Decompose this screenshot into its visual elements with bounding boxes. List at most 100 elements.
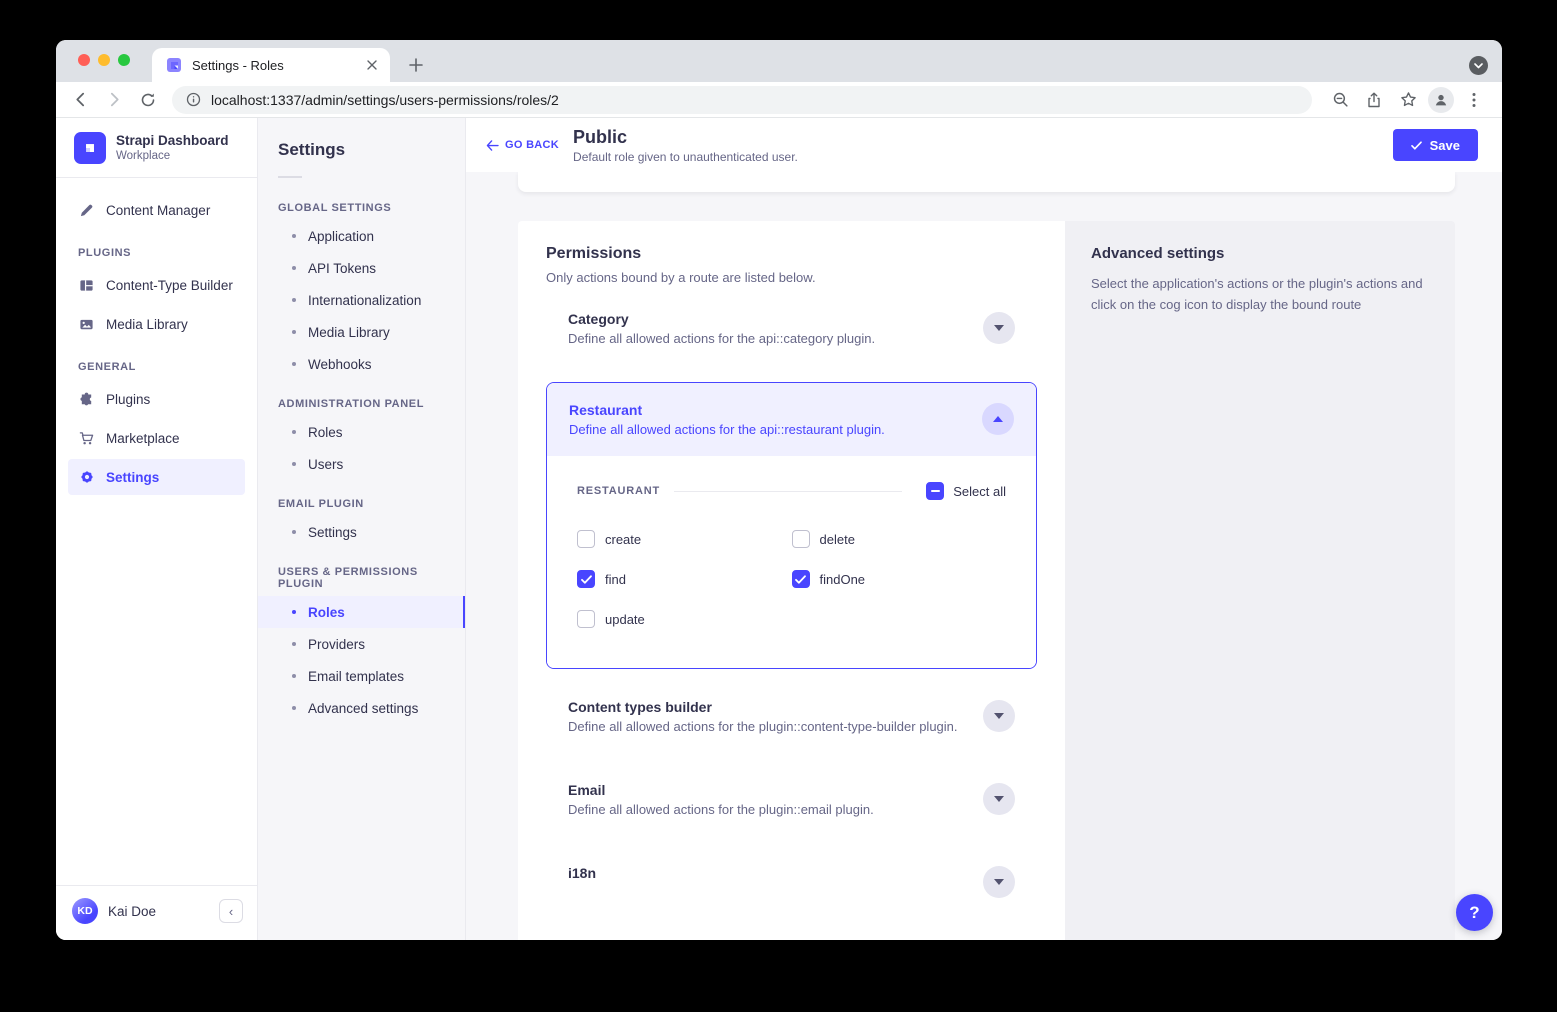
zoom-icon[interactable] [1326,86,1354,114]
advanced-settings-panel: Advanced settings Select the application… [1065,221,1455,940]
divider [278,176,302,178]
expand-accordion-button[interactable] [983,866,1015,898]
advanced-settings-description: Select the application's actions or the … [1091,274,1429,316]
accordion-restaurant-header[interactable]: Restaurant Define all allowed actions fo… [547,383,1036,456]
permissions-title: Permissions [546,245,1037,263]
sidebar-item-plugins[interactable]: Plugins [68,381,245,417]
expand-accordion-button[interactable] [983,312,1015,344]
share-icon[interactable] [1360,86,1388,114]
subnav-item-media-library[interactable]: Media Library [258,316,465,348]
forward-button[interactable] [100,86,128,114]
permission-checkbox-grid: create delete find [577,530,1006,628]
permission-find[interactable]: find [577,570,792,588]
accordion-i18n[interactable]: i18n [546,865,1037,898]
subnav-item-label: Application [308,229,374,244]
expand-accordion-button[interactable] [983,783,1015,815]
bullet-dot [292,530,296,534]
sidebar-item-settings[interactable]: Settings [68,459,245,495]
accordion-restaurant-body: RESTAURANT Select all create [547,456,1036,668]
checkbox[interactable] [792,530,810,548]
subnav-item-advanced-settings[interactable]: Advanced settings [258,692,465,724]
subnav-item-up-roles[interactable]: Roles [258,596,465,628]
sidebar-item-content-manager[interactable]: Content Manager [68,192,245,228]
sidebar-item-content-type-builder[interactable]: Content-Type Builder [68,267,245,303]
help-button[interactable]: ? [1456,894,1493,931]
subnav-item-email-settings[interactable]: Settings [258,516,465,548]
tab-title: Settings - Roles [192,58,364,73]
sidebar-item-marketplace[interactable]: Marketplace [68,420,245,456]
subnav-item-admin-users[interactable]: Users [258,448,465,480]
caret-up-icon [993,416,1003,422]
permission-update[interactable]: update [577,610,792,628]
expand-accordion-button[interactable] [983,700,1015,732]
checkbox-label: findOne [820,572,866,587]
bullet-dot [292,362,296,366]
permissions-panel: Permissions Only actions bound by a rout… [518,221,1065,940]
user-avatar[interactable]: KD [72,898,98,924]
accordion-email[interactable]: Email Define all allowed actions for the… [546,782,1037,817]
accordion-category[interactable]: Category Define all allowed actions for … [546,311,1037,346]
sidebar-item-media-library[interactable]: Media Library [68,306,245,342]
close-tab-icon[interactable] [364,57,380,73]
bookmark-star-icon[interactable] [1394,86,1422,114]
checkbox[interactable] [577,530,595,548]
subnav-item-label: Roles [308,425,343,440]
go-back-label: GO BACK [505,139,559,151]
minimize-window-button[interactable] [98,54,110,66]
new-tab-button[interactable] [402,51,430,79]
main-content: GO BACK Public Default role given to una… [466,118,1502,940]
close-window-button[interactable] [78,54,90,66]
tab-strip: Settings - Roles [56,40,1502,82]
subnav-item-providers[interactable]: Providers [258,628,465,660]
checkbox[interactable] [577,610,595,628]
accordion-title: Restaurant [569,402,885,418]
subnav-title: Settings [258,140,465,160]
tab-search-button[interactable] [1469,56,1488,75]
brand-subtitle: Workplace [116,149,229,163]
brand[interactable]: Strapi Dashboard Workplace [56,118,257,177]
subnav-item-label: Providers [308,637,365,652]
select-all-label: Select all [953,484,1006,499]
bullet-dot [292,706,296,710]
save-button[interactable]: Save [1393,129,1478,161]
permission-delete[interactable]: delete [792,530,1007,548]
checkbox[interactable] [577,570,595,588]
back-button[interactable] [66,86,94,114]
collapse-sidebar-button[interactable]: ‹ [219,899,243,923]
subnav-item-internationalization[interactable]: Internationalization [258,284,465,316]
strapi-app: Strapi Dashboard Workplace Content Manag… [56,118,1502,940]
checkbox-label: update [605,612,645,627]
subnav-item-email-templates[interactable]: Email templates [258,660,465,692]
subnav-item-admin-roles[interactable]: Roles [258,416,465,448]
subnav-item-api-tokens[interactable]: API Tokens [258,252,465,284]
sidebar-item-label: Media Library [106,317,188,332]
subnav-item-label: Users [308,457,343,472]
scroll-area[interactable]: Permissions Only actions bound by a rout… [466,172,1502,940]
sidebar-section-general: GENERAL [68,345,245,381]
user-name: Kai Doe [108,904,209,919]
accordion-content-types-builder[interactable]: Content types builder Define all allowed… [546,699,1037,734]
advanced-settings-title: Advanced settings [1091,245,1429,262]
address-bar[interactable]: localhost:1337/admin/settings/users-perm… [172,86,1312,114]
permission-findone[interactable]: findOne [792,570,1007,588]
browser-profile-avatar[interactable] [1428,87,1454,113]
site-info-icon[interactable] [186,92,201,107]
go-back-link[interactable]: GO BACK [486,139,559,151]
checkbox[interactable] [792,570,810,588]
reload-button[interactable] [134,86,162,114]
subnav-item-webhooks[interactable]: Webhooks [258,348,465,380]
browser-window: Settings - Roles localhost:1337/admin/se… [56,40,1502,940]
fullscreen-window-button[interactable] [118,54,130,66]
accordion-description: Define all allowed actions for the plugi… [568,802,874,817]
browser-menu-icon[interactable] [1460,86,1488,114]
collapse-accordion-button[interactable] [982,403,1014,435]
role-details-card-bottom [518,172,1455,192]
sidebar-item-label: Content-Type Builder [106,278,233,293]
subnav-item-application[interactable]: Application [258,220,465,252]
permission-create[interactable]: create [577,530,792,548]
main-sidebar: Strapi Dashboard Workplace Content Manag… [56,118,258,940]
divider [674,491,902,492]
subnav-item-label: Roles [308,605,345,620]
select-all-checkbox[interactable] [926,482,944,500]
browser-tab[interactable]: Settings - Roles [152,48,390,82]
